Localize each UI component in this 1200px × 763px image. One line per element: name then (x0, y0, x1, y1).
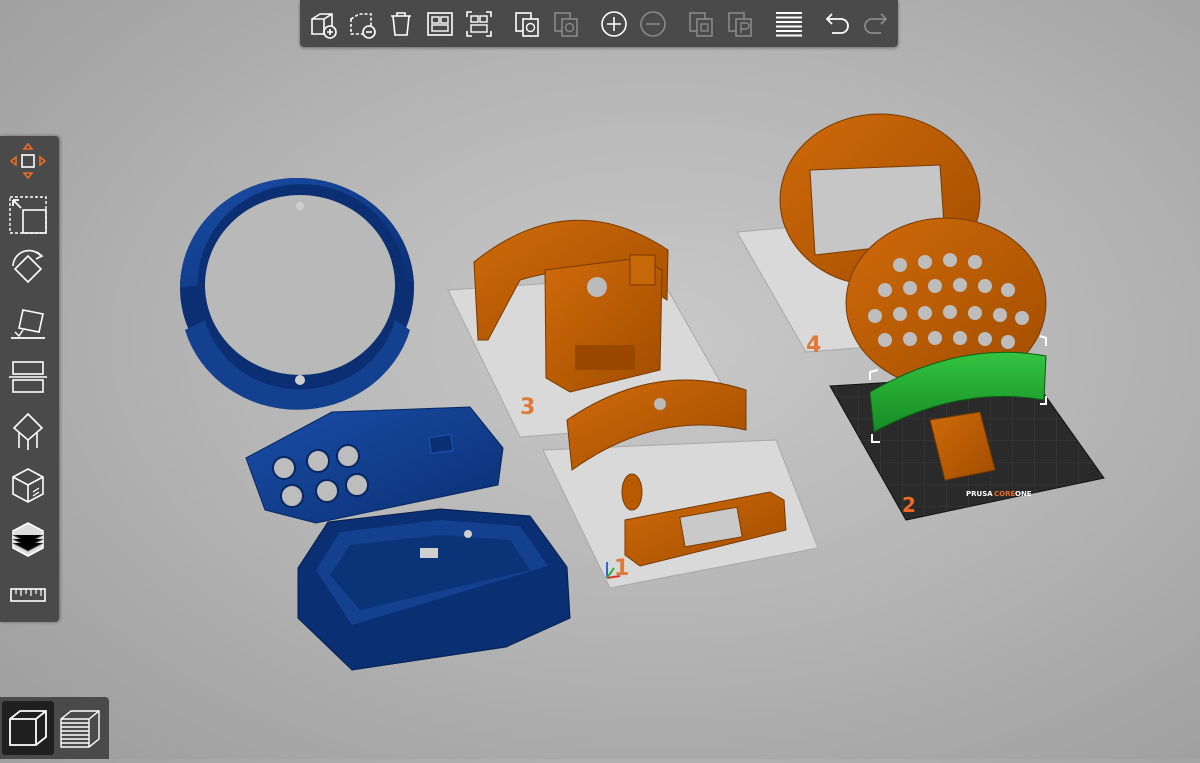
bed-2-number: 2 (902, 493, 916, 517)
place-on-face-tool-button[interactable] (5, 300, 51, 346)
split-parts-icon (728, 12, 752, 37)
bed-logo-suffix: ONE (1015, 490, 1032, 498)
split-to-objects-button[interactable] (684, 7, 718, 41)
delete-all-button[interactable] (384, 7, 418, 41)
3d-view-tab[interactable] (2, 701, 54, 755)
blue-top-plate-part[interactable] (245, 406, 504, 524)
cut-icon (9, 361, 47, 393)
arrange-icon (427, 12, 453, 36)
top-toolbar (300, 0, 898, 47)
preview-tab[interactable] (55, 701, 107, 755)
move-icon (9, 142, 47, 180)
ruler-icon (10, 588, 46, 602)
orange-fan-part[interactable] (621, 473, 643, 511)
arrange-button[interactable] (423, 7, 457, 41)
left-toolbar (0, 136, 59, 622)
trash-icon (391, 12, 411, 36)
mmu-paint-tool-button[interactable] (5, 516, 51, 562)
split-to-parts-button[interactable] (723, 7, 757, 41)
supports-paint-tool-button[interactable] (5, 408, 51, 454)
layers-stack-icon (60, 710, 100, 748)
orange-bracket-part[interactable] (544, 254, 663, 393)
layers-icon (776, 12, 802, 37)
seam-paint-tool-button[interactable] (5, 462, 51, 508)
add-instance-button[interactable] (597, 7, 631, 41)
bed-3-number: 3 (520, 395, 535, 420)
redo-icon (864, 13, 888, 34)
plus-circle-icon (601, 11, 627, 37)
undo-icon (825, 13, 849, 34)
supports-paint-icon (12, 412, 44, 450)
bed-4-number: 4 (806, 333, 821, 358)
move-tool-button[interactable] (5, 138, 51, 184)
bed-logo-model: CORE (994, 490, 1015, 498)
bed-logo-brand: PRUSA (966, 490, 993, 498)
scene-canvas[interactable]: 3 1 4 2 PRUSA CORE ONE (0, 0, 1200, 759)
remove-instance-button[interactable] (636, 7, 670, 41)
view-mode-toggle (0, 697, 109, 759)
scale-tool-button[interactable] (5, 192, 51, 238)
arrange-selection-button[interactable] (462, 7, 496, 41)
paste-button[interactable] (549, 7, 583, 41)
arrange-selection-icon (466, 11, 492, 37)
variable-layer-height-button[interactable] (772, 7, 806, 41)
split-objects-icon (689, 12, 713, 37)
copy-button[interactable] (510, 7, 544, 41)
rotate-tool-button[interactable] (5, 246, 51, 292)
add-object-button[interactable] (306, 7, 340, 41)
scale-icon (9, 196, 47, 234)
cut-tool-button[interactable] (5, 354, 51, 400)
seam-paint-icon (12, 468, 44, 503)
paste-icon (554, 12, 578, 37)
mmu-paint-icon (12, 522, 44, 557)
blue-base-box-part[interactable] (297, 508, 571, 671)
cube-minus-dashed-icon (350, 13, 376, 39)
cube-plus-icon (311, 13, 337, 39)
copy-icon (515, 12, 539, 37)
minus-circle-icon (640, 11, 666, 37)
blue-ring-part[interactable] (180, 178, 414, 410)
measure-tool-button[interactable] (5, 572, 51, 618)
delete-selected-button[interactable] (345, 7, 379, 41)
cube-icon (9, 710, 47, 746)
rotate-icon (12, 249, 44, 284)
3d-scene-viewport[interactable]: 3 1 4 2 PRUSA CORE ONE (0, 0, 1200, 759)
bed-2-logo: PRUSA CORE ONE (966, 490, 1032, 498)
undo-button[interactable] (820, 7, 854, 41)
place-on-face-icon (11, 309, 45, 339)
redo-button[interactable] (859, 7, 893, 41)
